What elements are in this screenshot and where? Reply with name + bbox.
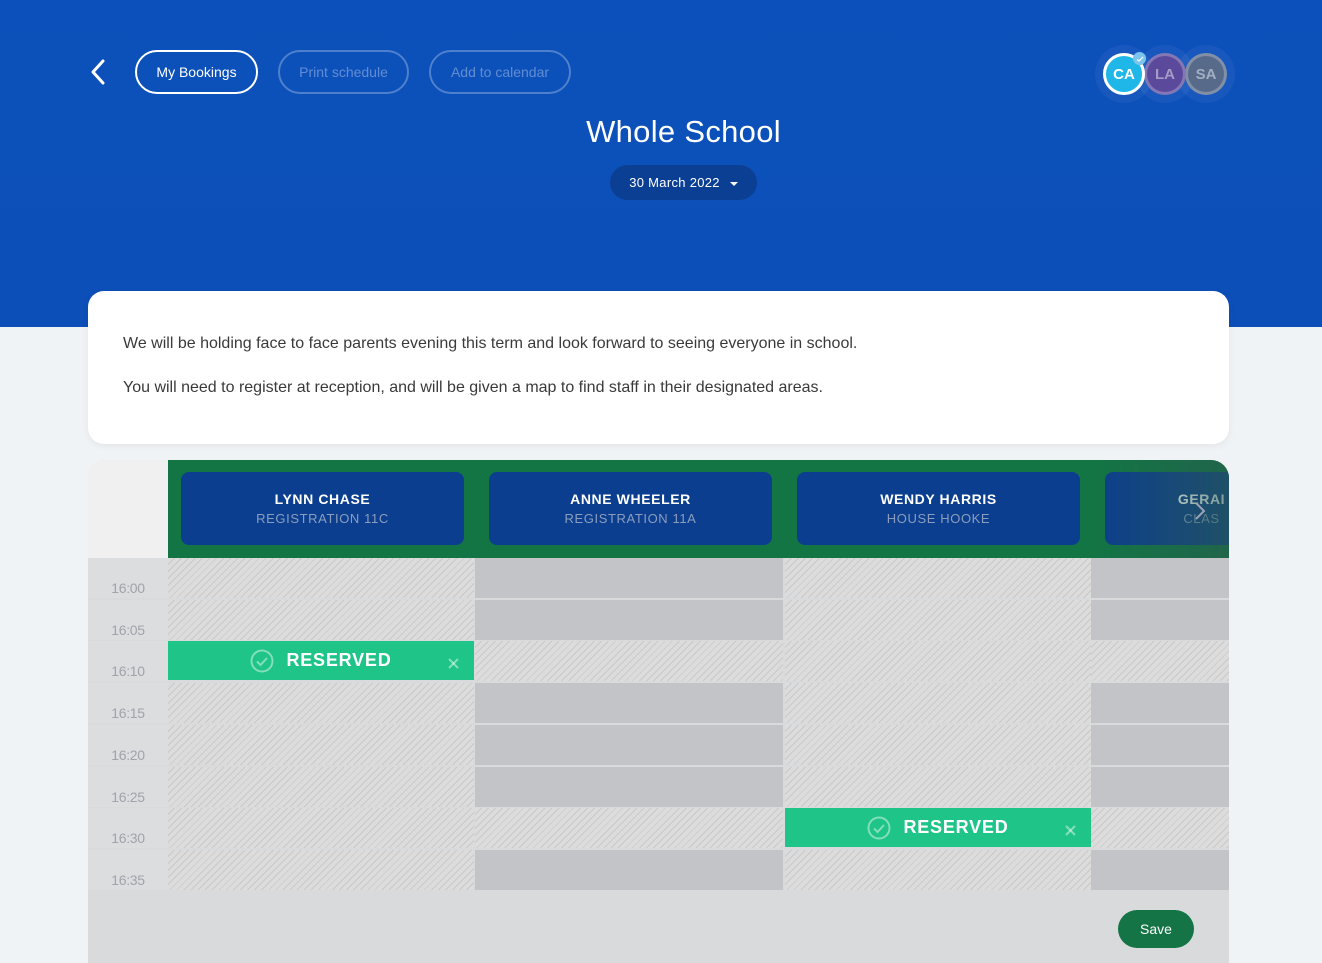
- info-paragraph: You will need to register at reception, …: [123, 379, 823, 396]
- schedule-row: 16:05: [88, 600, 1229, 640]
- staff-card[interactable]: LYNN CHASE REGISTRATION 11C: [181, 472, 464, 545]
- back-button[interactable]: [84, 56, 112, 88]
- staff-name: WENDY HARRIS: [880, 491, 997, 507]
- unavailable-slot: [168, 600, 474, 640]
- unavailable-slot: [475, 641, 783, 681]
- unavailable-slot: [168, 725, 474, 765]
- time-label: 16:05: [88, 600, 168, 640]
- schedule-row: 16:20: [88, 725, 1229, 765]
- schedule-row: 16:10 RESERVED: [88, 641, 1229, 681]
- available-slot[interactable]: [1091, 725, 1229, 765]
- unavailable-slot: [785, 683, 1091, 723]
- unavailable-slot: [168, 808, 474, 848]
- date-select[interactable]: 30 March 2022: [610, 165, 757, 200]
- staff-subtitle: REGISTRATION 11C: [256, 511, 389, 526]
- page-background-corner: [1229, 327, 1322, 963]
- page-title: Whole School: [586, 114, 781, 149]
- reserved-label: RESERVED: [286, 650, 392, 670]
- avatar-sa[interactable]: SA: [1185, 53, 1227, 95]
- unavailable-slot: [168, 558, 474, 598]
- schedule-row: 16:25: [88, 767, 1229, 807]
- available-slot[interactable]: [475, 683, 783, 723]
- save-button[interactable]: Save: [1118, 910, 1194, 948]
- reserved-slot[interactable]: RESERVED: [785, 808, 1091, 847]
- reserved-label: RESERVED: [903, 817, 1009, 837]
- staff-subtitle: REGISTRATION 11A: [564, 511, 697, 526]
- time-column-header: [88, 460, 168, 558]
- staff-card[interactable]: WENDY HARRIS HOUSE HOOKE: [797, 472, 1080, 545]
- available-slot[interactable]: [475, 767, 783, 807]
- time-label: 16:35: [88, 850, 168, 890]
- schedule-row: 16:00: [88, 558, 1229, 598]
- time-label: 16:25: [88, 767, 168, 807]
- unavailable-slot: [785, 767, 1091, 807]
- date-select-value: 30 March 2022: [629, 175, 720, 190]
- my-bookings-button[interactable]: My Bookings: [135, 50, 258, 94]
- staff-card[interactable]: ANNE WHEELER REGISTRATION 11A: [489, 472, 772, 545]
- staff-name: LYNN CHASE: [274, 491, 371, 507]
- chevron-right-icon[interactable]: [1193, 500, 1207, 522]
- available-slot[interactable]: [1091, 850, 1229, 890]
- selected-check-icon: [1133, 52, 1146, 65]
- available-slot[interactable]: [1091, 558, 1229, 598]
- unavailable-slot: [1091, 641, 1229, 681]
- print-schedule-button[interactable]: Print schedule: [278, 50, 409, 94]
- staff-subtitle: HOUSE HOOKE: [886, 511, 991, 526]
- time-label: 16:20: [88, 725, 168, 765]
- user-switcher: CA LA SA: [1095, 45, 1235, 103]
- add-to-calendar-button[interactable]: Add to calendar: [429, 50, 571, 94]
- info-card: We will be holding face to face parents …: [88, 291, 1229, 444]
- unavailable-slot: [168, 850, 474, 890]
- close-icon[interactable]: [1065, 825, 1076, 836]
- schedule-row: 16:30 RESERVED: [88, 808, 1229, 848]
- available-slot[interactable]: [1091, 767, 1229, 807]
- time-label: 16:00: [88, 558, 168, 598]
- caret-down-icon: [729, 181, 738, 186]
- available-slot[interactable]: [475, 600, 783, 640]
- unavailable-slot: [785, 558, 1091, 598]
- info-paragraph: We will be holding face to face parents …: [123, 335, 858, 352]
- reserved-slot[interactable]: RESERVED: [168, 641, 474, 680]
- staff-card[interactable]: GERAI CLAS: [1105, 472, 1229, 545]
- schedule-row: 16:35: [88, 850, 1229, 890]
- unavailable-slot: [785, 850, 1091, 890]
- schedule-row: 16:15: [88, 683, 1229, 723]
- unavailable-slot: [785, 725, 1091, 765]
- available-slot[interactable]: [475, 558, 783, 598]
- available-slot[interactable]: [1091, 600, 1229, 640]
- unavailable-slot: [168, 767, 474, 807]
- available-slot[interactable]: [475, 850, 783, 890]
- check-circle-icon: [867, 816, 891, 839]
- available-slot[interactable]: [475, 725, 783, 765]
- time-label: 16:15: [88, 683, 168, 723]
- chevron-left-icon: [91, 59, 105, 85]
- schedule-grid: LYNN CHASE REGISTRATION 11C ANNE WHEELER…: [88, 460, 1229, 963]
- check-circle-icon: [250, 649, 274, 672]
- unavailable-slot: [1091, 808, 1229, 848]
- avatar-la[interactable]: LA: [1144, 53, 1186, 95]
- staff-name: ANNE WHEELER: [570, 491, 691, 507]
- staff-header-row: LYNN CHASE REGISTRATION 11C ANNE WHEELER…: [168, 460, 1229, 558]
- unavailable-slot: [475, 808, 783, 848]
- available-slot[interactable]: [1091, 683, 1229, 723]
- close-icon[interactable]: [448, 658, 459, 669]
- unavailable-slot: [785, 600, 1091, 640]
- time-label: 16:10: [88, 641, 168, 681]
- unavailable-slot: [168, 683, 474, 723]
- time-label: 16:30: [88, 808, 168, 848]
- unavailable-slot: [785, 641, 1091, 681]
